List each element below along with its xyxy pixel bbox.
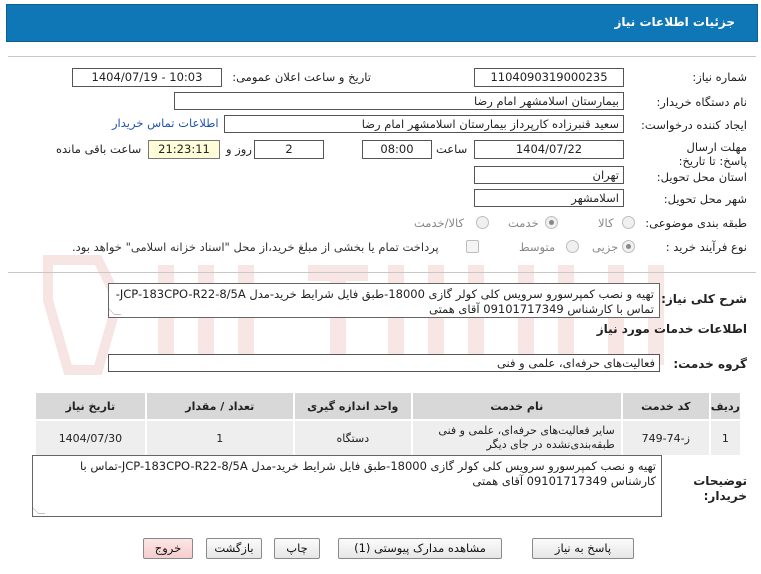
city-label: شهر محل تحویل: — [663, 192, 747, 206]
category-label: طبقه بندی موضوعی: — [645, 216, 747, 230]
process-option-medium: متوسط — [519, 240, 556, 254]
col-code: کد خدمت — [620, 391, 711, 421]
cell-unit: دستگاه — [292, 419, 413, 457]
need-number-field[interactable]: 1104090319000235 — [474, 68, 624, 87]
col-qty: تعداد / مقدار — [144, 391, 295, 421]
col-date: تاریخ نیاز — [34, 391, 147, 421]
col-name: نام خدمت — [410, 391, 623, 421]
province-label: استان محل تحویل: — [656, 170, 747, 184]
buyer-notes-label: توضیحات خریدار: — [693, 474, 747, 503]
col-unit: واحد اندازه گیری — [292, 391, 413, 421]
deadline-date-field[interactable]: 1404/07/22 — [474, 140, 624, 159]
back-button[interactable]: بازگشت — [206, 538, 262, 559]
category-option-goods-service: کالا/خدمت — [414, 216, 465, 230]
days-label: روز و — [226, 142, 252, 156]
resize-grip-icon[interactable] — [33, 507, 46, 514]
deadline-time-field[interactable]: 08:00 — [362, 140, 432, 159]
need-number-label: شماره نیاز: — [692, 70, 747, 84]
cell-name: سایر فعالیت‌های حرفه‌ای، علمی و فنی طبقه… — [410, 419, 623, 457]
description-text: تهیه و نصب کمپرسورو سرویس کلی کولر گازی … — [115, 287, 654, 316]
description-label: شرح کلی نیاز: — [661, 292, 747, 306]
process-label: نوع فرآیند خرید : — [665, 240, 747, 254]
announce-label: تاریخ و ساعت اعلان عمومی: — [232, 70, 371, 84]
province-field[interactable]: تهران — [474, 166, 624, 184]
remaining-label: ساعت باقی مانده — [56, 142, 142, 156]
page-header: جزئیات اطلاعات نیاز — [6, 4, 758, 42]
category-radio-service[interactable] — [545, 216, 558, 229]
announce-field[interactable]: 1404/07/19 - 10:03 — [72, 68, 222, 87]
creator-field[interactable]: سعید قنبرزاده کارپرداز بیمارستان اسلامشه… — [224, 115, 624, 133]
city-field[interactable]: اسلامشهر — [474, 189, 624, 207]
cell-row: 1 — [708, 419, 743, 457]
services-section-title: اطلاعات خدمات مورد نیاز — [596, 322, 747, 336]
buyer-label: نام دستگاه خریدار: — [656, 95, 747, 109]
treasury-note: پرداخت تمام یا بخشی از مبلغ خرید،از محل … — [72, 240, 439, 254]
buyer-field[interactable]: بیمارستان اسلامشهر امام رضا — [174, 92, 624, 110]
services-table: ردیف کد خدمت نام خدمت واحد اندازه گیری ت… — [34, 391, 743, 457]
category-radio-goods[interactable] — [622, 216, 635, 229]
process-radio-minor[interactable] — [622, 240, 635, 253]
table-header-row: ردیف کد خدمت نام خدمت واحد اندازه گیری ت… — [34, 391, 743, 421]
page-title: جزئیات اطلاعات نیاز — [614, 15, 735, 29]
exit-button[interactable]: خروج — [143, 538, 193, 559]
buyer-notes-text: تهیه و نصب کمپرسورو سرویس کلی کولر گازی … — [79, 459, 656, 488]
need-info-panel — [8, 56, 756, 266]
resize-grip-icon[interactable] — [109, 308, 122, 315]
days-field[interactable]: 2 — [254, 140, 324, 159]
cell-qty: 1 — [144, 419, 295, 457]
cell-code: ز-74-749 — [620, 419, 711, 457]
description-field[interactable]: تهیه و نصب کمپرسورو سرویس کلی کولر گازی … — [108, 283, 660, 318]
process-radio-medium[interactable] — [566, 240, 579, 253]
treasury-checkbox[interactable] — [466, 240, 479, 253]
attachments-button[interactable]: مشاهده مدارک پیوستی (1) — [338, 538, 502, 559]
category-radio-goods-service[interactable] — [476, 216, 489, 229]
buyer-contact-link[interactable]: اطلاعات تماس خریدار — [112, 116, 219, 130]
service-group-field[interactable]: فعالیت‌های حرفه‌ای، علمی و فنی — [108, 354, 660, 372]
creator-label: ایجاد کننده درخواست: — [641, 118, 747, 132]
print-button[interactable]: چاپ — [274, 538, 320, 559]
cell-date: 1404/07/30 — [34, 419, 147, 457]
table-row[interactable]: 1 ز-74-749 سایر فعالیت‌های حرفه‌ای، علمی… — [34, 419, 743, 457]
reply-button[interactable]: پاسخ به نیاز — [532, 538, 634, 559]
remaining-time-field: 21:23:11 — [148, 140, 220, 159]
category-option-service: خدمت — [508, 216, 539, 230]
process-option-minor: جزیی — [592, 240, 619, 254]
deadline-label: مهلت ارسال پاسخ: تا تاریخ: — [678, 140, 747, 168]
deadline-time-label: ساعت — [436, 142, 468, 156]
service-group-label: گروه خدمت: — [673, 357, 747, 371]
buyer-notes-field[interactable]: تهیه و نصب کمپرسورو سرویس کلی کولر گازی … — [32, 455, 662, 517]
col-row: ردیف — [708, 391, 743, 421]
category-option-goods: کالا — [598, 216, 614, 230]
